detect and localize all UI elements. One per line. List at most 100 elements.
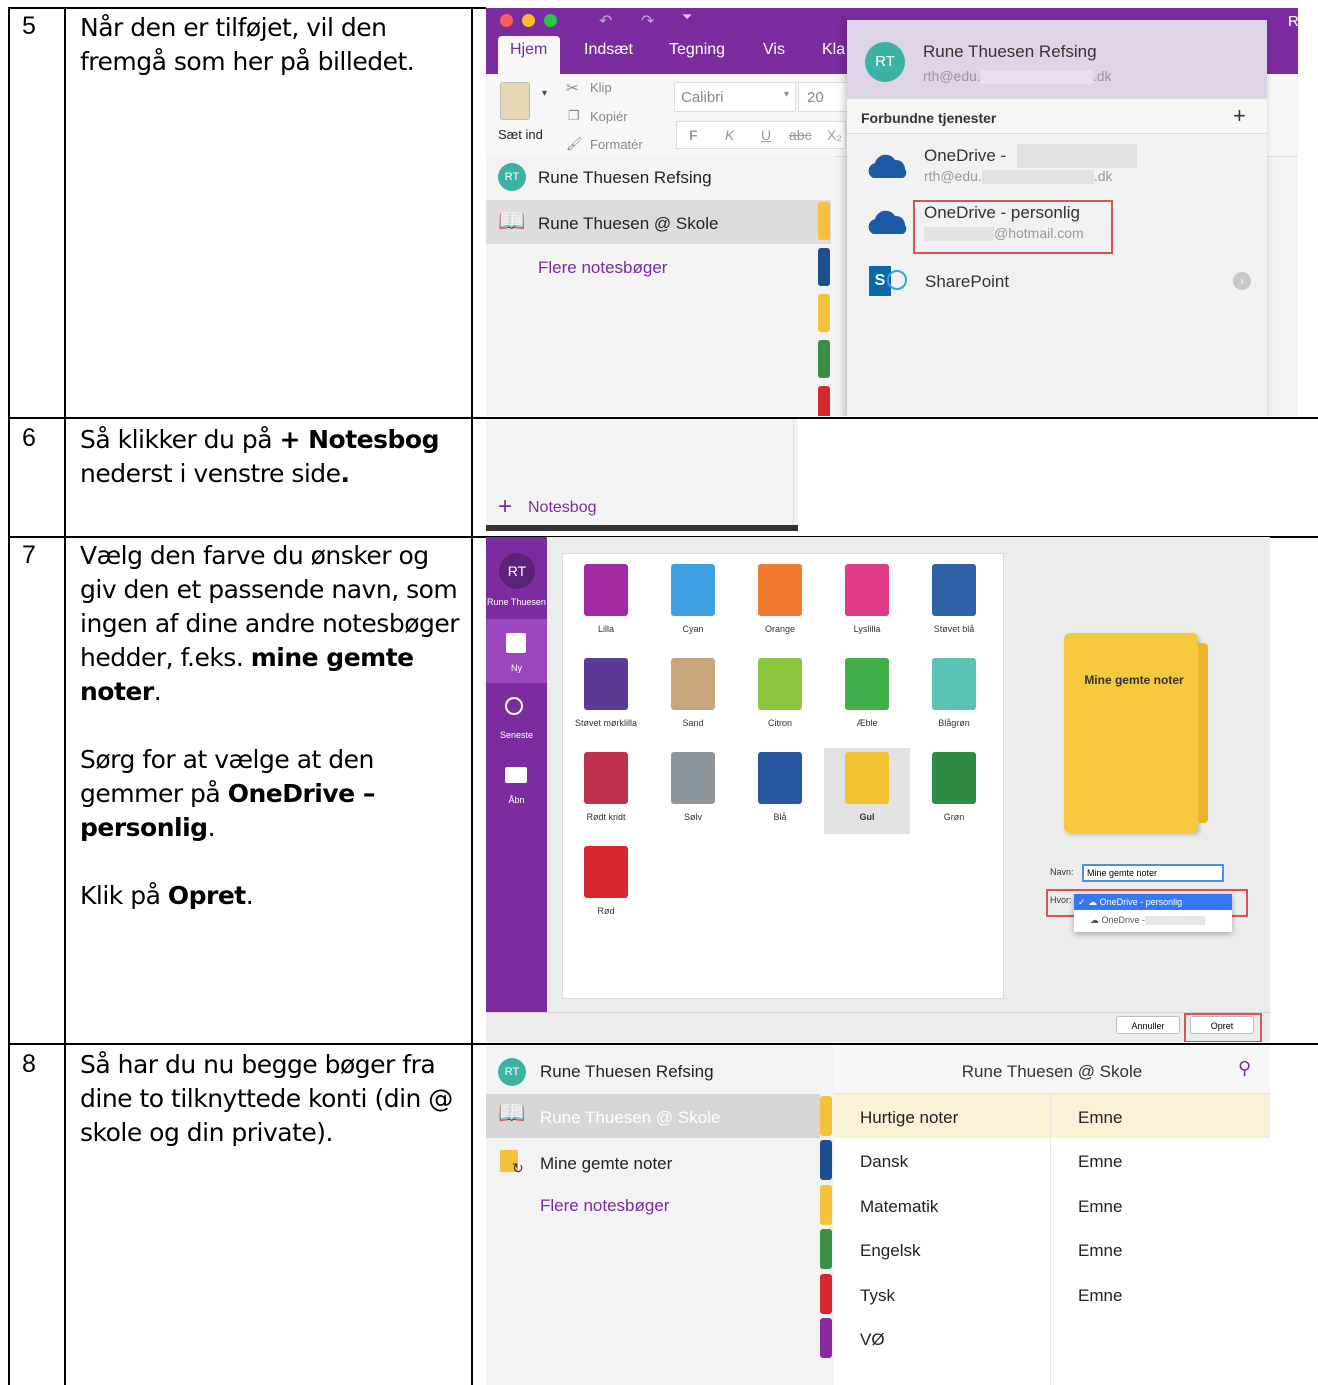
more-notebooks-link[interactable]: Flere notesbøger [486,248,831,292]
scissors-icon[interactable]: ✂ [566,79,579,97]
cancel-button[interactable]: Annuller [1116,1016,1180,1034]
bold-button[interactable]: F [689,127,698,143]
tab-class[interactable]: Kla [822,41,845,59]
color-option[interactable]: Støvet blå [911,560,997,646]
section-tab[interactable] [820,1096,832,1136]
section-item[interactable]: Hurtige noter [860,1108,1050,1128]
paste-label[interactable]: Sæt ind [498,127,543,142]
page-item[interactable]: Emne [1078,1108,1122,1128]
add-notebook-button[interactable]: Notesbog [528,499,597,517]
color-option[interactable]: Grøn [911,748,997,834]
subscript-button[interactable]: X₂ [827,127,842,143]
notebook-tab-strip [868,566,872,612]
avatar: RT [498,1058,526,1086]
font-size-select[interactable]: 20 [798,82,848,112]
tab-draw[interactable]: Tegning [669,41,725,59]
more-notebooks-link[interactable]: Flere notesbøger [540,1196,669,1216]
font-select[interactable]: Calibri ▾ [674,82,796,112]
cut-button[interactable]: Klip [590,80,612,95]
section-tab[interactable] [820,1273,832,1314]
preview-cover [1064,633,1198,833]
location-option-personal[interactable]: ✓ ☁ OneDrive - personlig [1074,894,1232,910]
close-window-button[interactable] [500,14,513,27]
color-option[interactable]: Æble [824,654,910,740]
table-divider-2 [471,8,473,1385]
add-service-button[interactable]: + [1233,103,1246,129]
color-option[interactable]: Citron [737,654,823,740]
create-button[interactable]: Opret [1190,1016,1254,1034]
section-item[interactable]: Matematik [860,1197,1050,1217]
page-item[interactable]: Emne [1078,1152,1122,1172]
location-dropdown[interactable]: ✓ ☁ OneDrive - personlig ☁ OneDrive - [1074,894,1232,932]
search-icon[interactable]: ⚲ [1238,1058,1251,1079]
section-item[interactable]: Engelsk [860,1241,1050,1261]
color-option[interactable]: Orange [737,560,823,646]
paste-dropdown-icon[interactable]: ▾ [542,88,547,99]
section-item[interactable]: VØ [860,1330,1050,1350]
sidebar-item-new[interactable]: Ny [486,619,547,683]
tab-view[interactable]: Vis [763,41,785,59]
footer-divider [486,1012,1270,1013]
color-option[interactable]: Sølv [650,748,736,834]
strikethrough-button[interactable]: abc [789,127,812,143]
section-tab[interactable] [820,1140,832,1181]
zoom-window-button[interactable] [544,14,557,27]
color-option[interactable]: Blå [737,748,823,834]
color-option[interactable]: Støvet mørklilla [563,654,649,740]
email-prefix: rth@edu. [924,168,982,184]
italic-button[interactable]: K [725,127,734,143]
font-name: Calibri [681,89,724,106]
color-option[interactable]: Gul [824,748,910,834]
section-item[interactable]: Dansk [860,1152,1050,1172]
color-option[interactable]: Rødt kridt [563,748,649,834]
notebook-item-saved[interactable]: ↻ Mine gemte noter [486,1140,820,1184]
notebook-item-school[interactable]: 📖 Rune Thuesen @ Skole [486,1094,820,1138]
color-name: Citron [767,718,792,728]
section-tab[interactable] [820,1184,832,1225]
color-option[interactable]: Blågrøn [911,654,997,740]
notebook-item-school[interactable]: 📖 Rune Thuesen @ Skole [486,200,831,244]
tab-insert[interactable]: Indsæt [584,41,633,59]
notebook-list: RT Rune Thuesen Refsing 📖 Rune Thuesen @… [486,156,836,416]
page-item[interactable]: Emne [1078,1286,1122,1306]
chevron-right-icon[interactable]: › [1233,272,1251,290]
tab-home[interactable]: Hjem [510,41,547,59]
minimize-window-button[interactable] [522,14,535,27]
copy-button[interactable]: Kopiér [590,109,628,124]
sharepoint-label[interactable]: SharePoint [925,272,1009,292]
page-item[interactable]: Emne [1078,1197,1122,1217]
color-option[interactable]: Cyan [650,560,736,646]
color-name: Støvet mørklilla [574,718,637,728]
color-option[interactable]: Lyslilla [824,560,910,646]
connected-services-header: Forbundne tjenester + [847,98,1267,134]
color-option[interactable]: Lilla [563,560,649,646]
underline-button[interactable]: U [761,127,771,143]
name-label: Navn: [1050,867,1074,877]
brush-icon[interactable]: 🖌 [566,136,583,152]
redo-icon[interactable]: ↷ [641,11,654,31]
color-option[interactable]: Sand [650,654,736,740]
section-tab[interactable] [820,1318,832,1358]
sidebar-item-open[interactable]: Åbn [486,762,547,822]
notebook-color-swatch [932,752,976,804]
undo-icon[interactable]: ↶ [599,11,612,31]
copy-icon[interactable]: ❐ [568,108,580,124]
plus-icon[interactable]: + [498,493,512,521]
location-option-school[interactable]: ☁ OneDrive - [1074,912,1232,928]
section-item[interactable]: Tysk [860,1286,1050,1306]
onedrive-school-label[interactable]: OneDrive - [924,146,1006,166]
section-tab [818,294,830,332]
page-item[interactable]: Emne [1078,1241,1122,1261]
customize-toolbar-icon[interactable]: ⏷ [682,9,692,25]
account-panel: RT Rune Thuesen Refsing rth@edu. .dk Forb… [847,20,1267,416]
color-option[interactable]: Rød [563,842,649,928]
section-tab[interactable] [820,1229,832,1270]
notebook-account-row[interactable]: RT Rune Thuesen Refsing [486,156,831,200]
onedrive-personal-label[interactable]: OneDrive - personlig [924,203,1080,223]
notebook-name-input[interactable]: Mine gemte noter [1082,864,1224,882]
preview-tabs [1198,643,1208,823]
account-name[interactable]: Rune Thuesen Refsing [540,1062,714,1082]
format-painter-button[interactable]: Formatér [590,137,643,152]
paste-icon[interactable] [500,82,530,120]
sidebar-item-recent[interactable]: Seneste [486,692,547,752]
